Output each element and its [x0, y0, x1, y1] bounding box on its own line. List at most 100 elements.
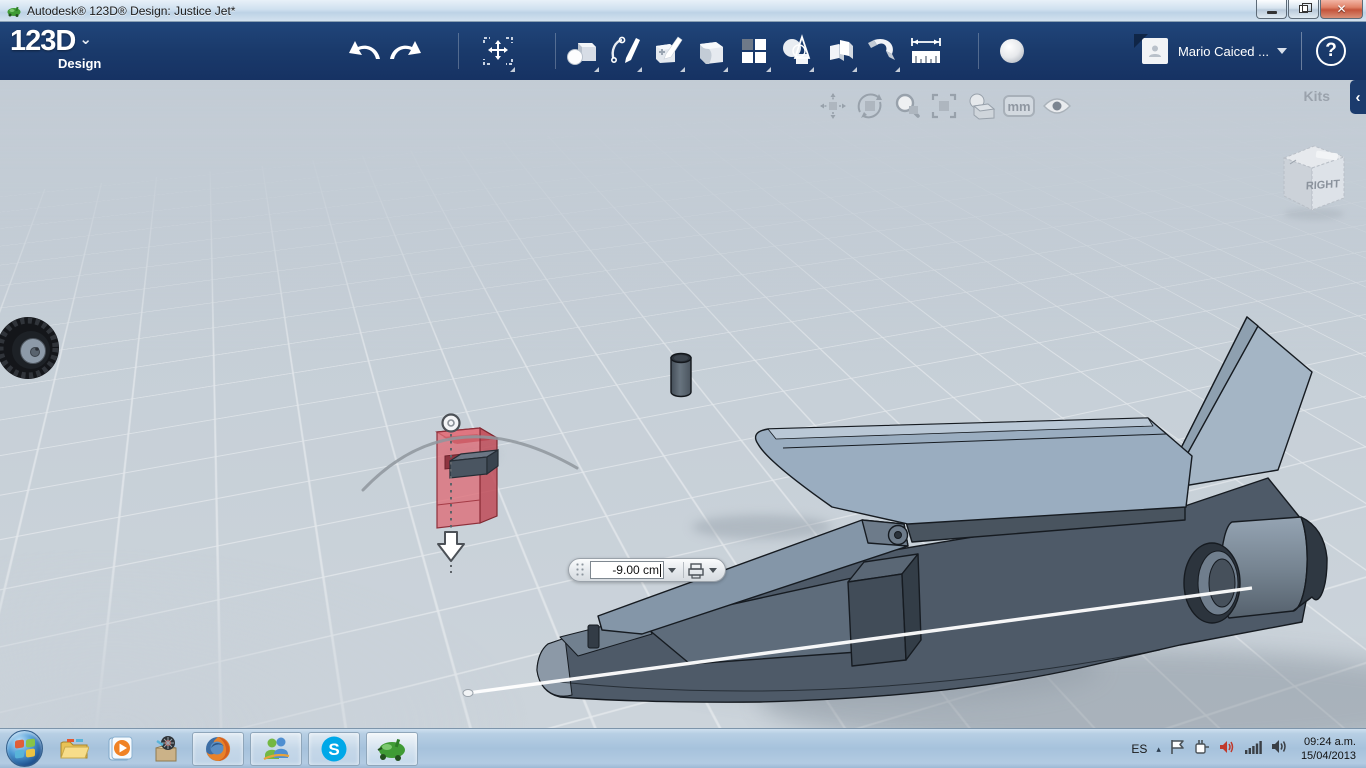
pattern-tool[interactable]: [734, 28, 774, 74]
material-icon: [997, 36, 1027, 66]
logo-text: 123D: [10, 25, 75, 57]
window-title: Autodesk® 123D® Design: Justice Jet*: [27, 4, 235, 18]
primitives-tool[interactable]: [562, 28, 602, 74]
close-button[interactable]: ✕: [1320, 0, 1363, 19]
clock-time: 09:24 a.m.: [1304, 736, 1356, 748]
transform-tool[interactable]: [478, 28, 518, 74]
transform-icon: [481, 34, 515, 68]
svg-text:S: S: [328, 740, 339, 759]
app-123d-icon: [376, 736, 408, 762]
snap-settings-button[interactable]: [687, 562, 705, 579]
wheel-model[interactable]: [0, 317, 59, 379]
view-navbar: mm: [818, 92, 1072, 120]
hidden-icons-button[interactable]: ▴: [1156, 744, 1161, 755]
measure-icon: [908, 34, 944, 68]
kits-collapse-button[interactable]: ‹: [1350, 80, 1366, 114]
measurement-toolbar[interactable]: -9.00 cm: [568, 558, 726, 582]
media-player-icon: [106, 736, 134, 762]
snap-caret-icon[interactable]: [709, 568, 717, 573]
drag-handle-icon[interactable]: [575, 562, 585, 578]
user-name[interactable]: Mario Caiced ...: [1178, 44, 1269, 59]
kits-label[interactable]: Kits: [1304, 88, 1330, 104]
fit-button[interactable]: [929, 92, 959, 120]
task-explorer[interactable]: [54, 732, 94, 766]
box-wheel-icon: [151, 735, 181, 763]
minimize-button[interactable]: [1256, 0, 1287, 19]
eye-icon: [1042, 96, 1072, 116]
construct-tool[interactable]: [648, 28, 688, 74]
display-settings-button[interactable]: [966, 92, 996, 120]
orbit-icon: [856, 92, 884, 120]
sketch-tool[interactable]: [605, 28, 645, 74]
primitives-icon: [565, 34, 599, 68]
measurement-caret-icon[interactable]: [668, 568, 676, 573]
pan-button[interactable]: [818, 92, 848, 120]
pattern-icon: [737, 34, 771, 68]
redo-icon: [388, 39, 422, 63]
user-avatar[interactable]: [1142, 38, 1168, 64]
restore-button[interactable]: [1288, 0, 1319, 19]
snap-tool[interactable]: [863, 28, 903, 74]
task-skype[interactable]: S: [308, 732, 360, 766]
clock-date: 15/04/2013: [1301, 750, 1356, 762]
view-cube-face-label: RIGHT: [1306, 178, 1341, 192]
zoom-icon: [893, 92, 921, 120]
undo-button[interactable]: [345, 28, 385, 74]
help-button[interactable]: ?: [1316, 36, 1346, 66]
fit-icon: [930, 92, 958, 120]
logo-subtext: Design: [58, 56, 101, 71]
redo-button[interactable]: [385, 28, 425, 74]
combine-tool[interactable]: [777, 28, 817, 74]
material-tool[interactable]: [992, 28, 1032, 74]
snap-icon: [866, 34, 900, 68]
system-tray: ES ▴ 09:24 a.m. 15/04/2013: [1131, 729, 1366, 768]
zoom-button[interactable]: [892, 92, 922, 120]
person-icon: [1147, 43, 1163, 59]
red-box-selection[interactable]: [437, 428, 498, 528]
task-box-app[interactable]: [146, 732, 186, 766]
units-button[interactable]: mm: [1003, 95, 1035, 117]
app-icon: [7, 5, 21, 17]
network-icon[interactable]: [1244, 740, 1262, 759]
display-icon: [966, 92, 996, 120]
text-caret: [660, 564, 661, 577]
messenger-icon: [261, 735, 291, 763]
modify-icon: [694, 34, 728, 68]
grouping-tool[interactable]: [820, 28, 860, 74]
visibility-button[interactable]: [1042, 92, 1072, 120]
action-center-icon[interactable]: [1170, 739, 1185, 760]
cylinder-model[interactable]: [671, 354, 691, 397]
volume-app-icon[interactable]: [1219, 739, 1235, 760]
user-caret-icon[interactable]: [1277, 48, 1287, 54]
firefox-icon: [203, 734, 233, 764]
snap-settings-icon: [687, 562, 705, 579]
device-icon[interactable]: [1194, 739, 1210, 760]
view-cube[interactable]: RIGHT: [1276, 138, 1354, 224]
logo-chevron-icon: ⌄: [79, 31, 92, 48]
task-firefox[interactable]: [192, 732, 244, 766]
viewport[interactable]: mm Kits ‹ RIGHT -9.00 cm: [0, 80, 1366, 728]
grouping-icon: [823, 34, 857, 68]
title-bar: Autodesk® 123D® Design: Justice Jet* ✕: [0, 0, 1366, 22]
task-123d-design[interactable]: [366, 732, 418, 766]
taskbar: S ES ▴ 09:24 a.m. 15/04/2013: [0, 728, 1366, 768]
task-messenger[interactable]: [250, 732, 302, 766]
pan-icon: [819, 92, 847, 120]
screen: Autodesk® 123D® Design: Justice Jet* ✕ 1…: [0, 0, 1366, 768]
main-toolbar: 123D ⌄ Design Mario Caiced ... ?: [0, 22, 1366, 80]
measure-tool[interactable]: [906, 28, 946, 74]
jet-model[interactable]: [537, 317, 1327, 702]
orbit-button[interactable]: [855, 92, 885, 120]
modify-tool[interactable]: [691, 28, 731, 74]
sketch-icon: [608, 34, 642, 68]
task-media-player[interactable]: [100, 732, 140, 766]
explorer-folder-icon: [59, 737, 89, 761]
language-indicator[interactable]: ES: [1131, 742, 1147, 756]
clock[interactable]: 09:24 a.m. 15/04/2013: [1301, 735, 1356, 763]
volume-icon[interactable]: [1271, 739, 1288, 759]
scene-canvas: [0, 80, 1366, 728]
start-button[interactable]: [6, 730, 43, 767]
measurement-input[interactable]: -9.00 cm: [590, 561, 664, 579]
skype-icon: S: [319, 734, 349, 764]
app-logo-menu[interactable]: 123D ⌄ Design: [10, 25, 92, 58]
